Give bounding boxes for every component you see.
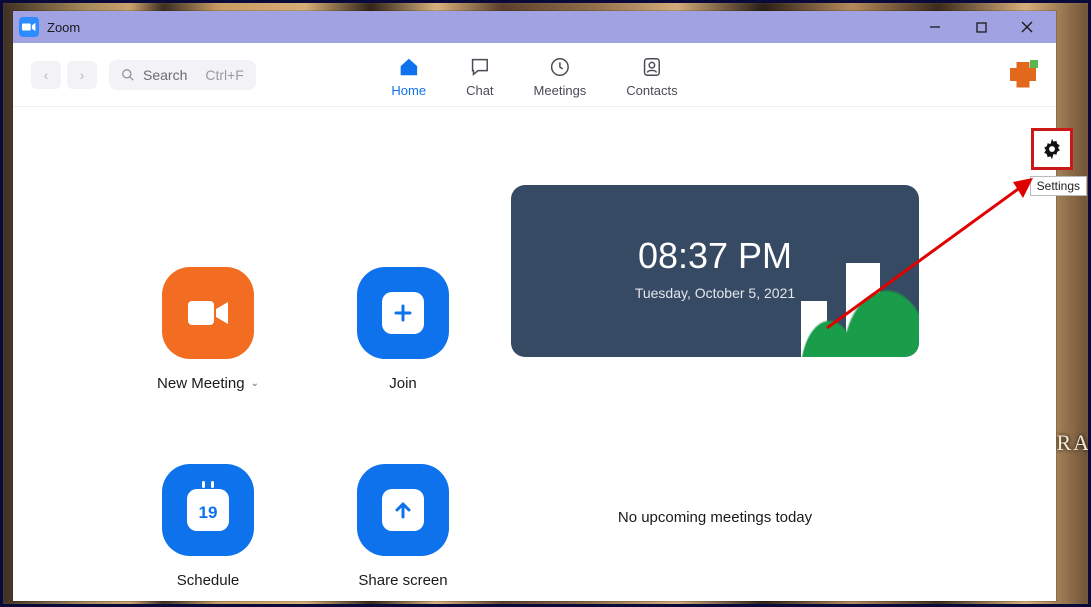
action-grid: New Meeting ⌄ Join 19 Schedule — [13, 107, 501, 601]
new-meeting-label: New Meeting — [157, 375, 245, 392]
arrow-up-icon — [382, 489, 424, 531]
desktop-fragment-text: RA — [1056, 430, 1091, 456]
zoom-app-icon — [19, 17, 39, 37]
profile-avatar[interactable] — [1008, 60, 1038, 90]
no-meetings-text: No upcoming meetings today — [511, 509, 919, 526]
new-meeting-action[interactable]: New Meeting ⌄ — [128, 267, 288, 404]
nav-back-button[interactable]: ‹ — [31, 61, 61, 89]
share-screen-action[interactable]: Share screen — [323, 464, 483, 601]
maximize-button[interactable] — [958, 11, 1004, 43]
search-placeholder: Search — [143, 67, 187, 83]
chevron-down-icon[interactable]: ⌄ — [251, 378, 259, 389]
tab-meetings-label: Meetings — [534, 83, 587, 98]
calendar-icon: 19 — [187, 489, 229, 531]
nav-forward-button[interactable]: › — [67, 61, 97, 89]
settings-button[interactable] — [1031, 128, 1073, 170]
zoom-window: Zoom ‹ › Search Ctrl+F Home Chat Meeting… — [13, 11, 1056, 601]
settings-tooltip: Settings — [1030, 176, 1087, 196]
titlebar: Zoom — [13, 11, 1056, 43]
join-label: Join — [389, 375, 417, 392]
video-icon — [184, 297, 232, 329]
share-label: Share screen — [358, 572, 447, 589]
new-meeting-tile — [162, 267, 254, 359]
main-tabs: Home Chat Meetings Contacts — [391, 55, 677, 98]
home-content: New Meeting ⌄ Join 19 Schedule — [13, 107, 1056, 601]
close-button[interactable] — [1004, 11, 1050, 43]
search-shortcut: Ctrl+F — [205, 67, 244, 83]
tab-contacts-label: Contacts — [626, 83, 677, 98]
clock-time: 08:37 PM — [511, 235, 919, 277]
tab-home-label: Home — [391, 83, 426, 98]
clock-card: 08:37 PM Tuesday, October 5, 2021 — [511, 185, 919, 357]
contacts-icon — [640, 55, 664, 79]
join-action[interactable]: Join — [323, 267, 483, 404]
tab-meetings[interactable]: Meetings — [534, 55, 587, 98]
minimize-button[interactable] — [912, 11, 958, 43]
clock-date: Tuesday, October 5, 2021 — [511, 285, 919, 301]
tab-chat[interactable]: Chat — [466, 55, 493, 98]
search-icon — [121, 68, 135, 82]
right-panel: 08:37 PM Tuesday, October 5, 2021 No upc… — [501, 107, 1056, 601]
chat-icon — [468, 55, 492, 79]
schedule-action[interactable]: 19 Schedule — [128, 464, 288, 601]
share-tile — [357, 464, 449, 556]
tab-home[interactable]: Home — [391, 55, 426, 98]
header-toolbar: ‹ › Search Ctrl+F Home Chat Meetings Con… — [13, 43, 1056, 107]
window-title: Zoom — [47, 20, 80, 35]
plus-icon — [382, 292, 424, 334]
schedule-label: Schedule — [177, 572, 240, 589]
home-icon — [397, 55, 421, 79]
search-input[interactable]: Search Ctrl+F — [109, 60, 256, 90]
tab-chat-label: Chat — [466, 83, 493, 98]
join-tile — [357, 267, 449, 359]
clock-icon — [548, 55, 572, 79]
tab-contacts[interactable]: Contacts — [626, 55, 677, 98]
calendar-day: 19 — [199, 503, 218, 523]
schedule-tile: 19 — [162, 464, 254, 556]
gear-icon — [1041, 138, 1063, 160]
